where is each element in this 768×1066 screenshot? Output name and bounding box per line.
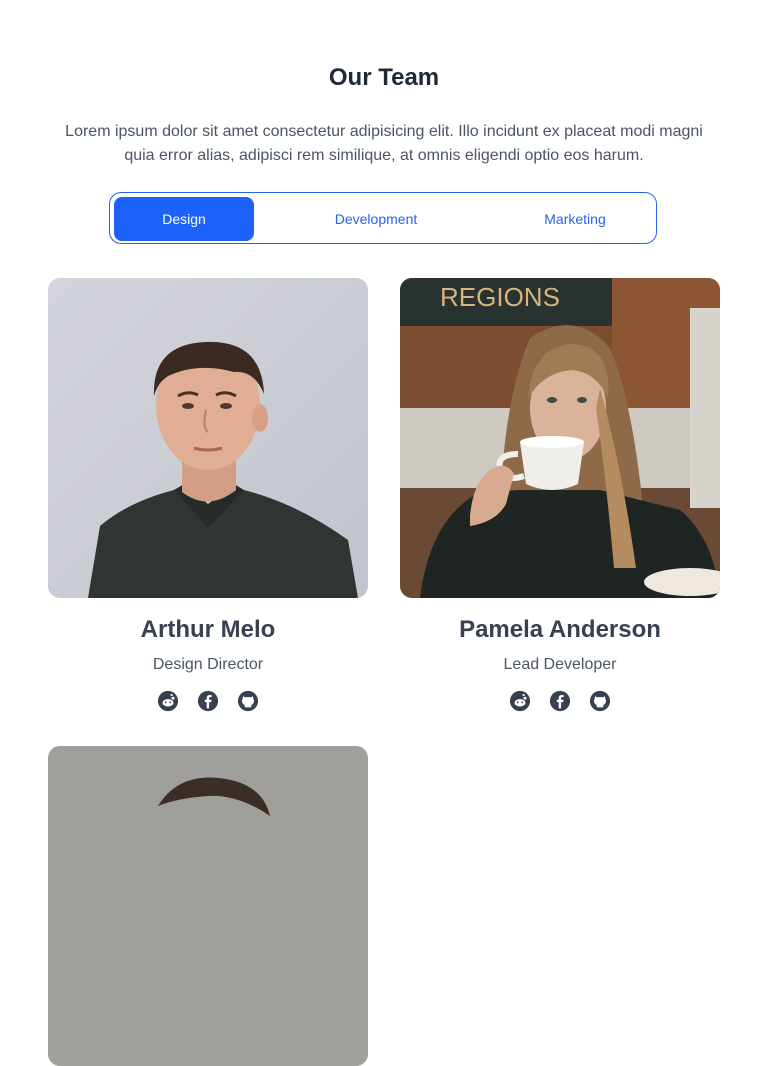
social-links	[400, 690, 720, 712]
member-name: Arthur Melo	[140, 616, 276, 643]
member-name: Pamela Anderson	[459, 616, 661, 643]
team-member-card: REGIONS Pamela Anderson Lead Developer	[400, 278, 720, 712]
github-icon[interactable]	[589, 690, 611, 712]
member-photo: REGIONS	[400, 278, 720, 598]
tab-development[interactable]: Development	[306, 197, 446, 241]
facebook-icon[interactable]	[197, 690, 219, 712]
reddit-icon[interactable]	[157, 690, 179, 712]
team-member-card: Arthur Melo Design Director	[48, 278, 368, 712]
member-photo	[48, 278, 368, 598]
member-photo-image: REGIONS	[400, 278, 720, 598]
social-links	[48, 690, 368, 712]
sign-text: REGIONS	[440, 282, 560, 312]
section-intro: Lorem ipsum dolor sit amet consectetur a…	[65, 123, 703, 164]
team-tabs: Design Development Marketing	[109, 192, 657, 244]
member-photo-image	[48, 746, 368, 1066]
team-member-card	[48, 746, 368, 1066]
member-role: Design Director	[152, 656, 264, 673]
section-title: Our Team	[328, 64, 440, 91]
facebook-icon[interactable]	[549, 690, 571, 712]
member-role: Lead Developer	[503, 656, 617, 673]
member-photo	[48, 746, 368, 1066]
member-photo-image	[48, 278, 368, 598]
reddit-icon[interactable]	[509, 690, 531, 712]
tab-design[interactable]: Design	[114, 197, 254, 241]
team-section: Our Team Lorem ipsum dolor sit amet cons…	[0, 0, 768, 1066]
tab-marketing[interactable]: Marketing	[505, 197, 645, 241]
github-icon[interactable]	[237, 690, 259, 712]
